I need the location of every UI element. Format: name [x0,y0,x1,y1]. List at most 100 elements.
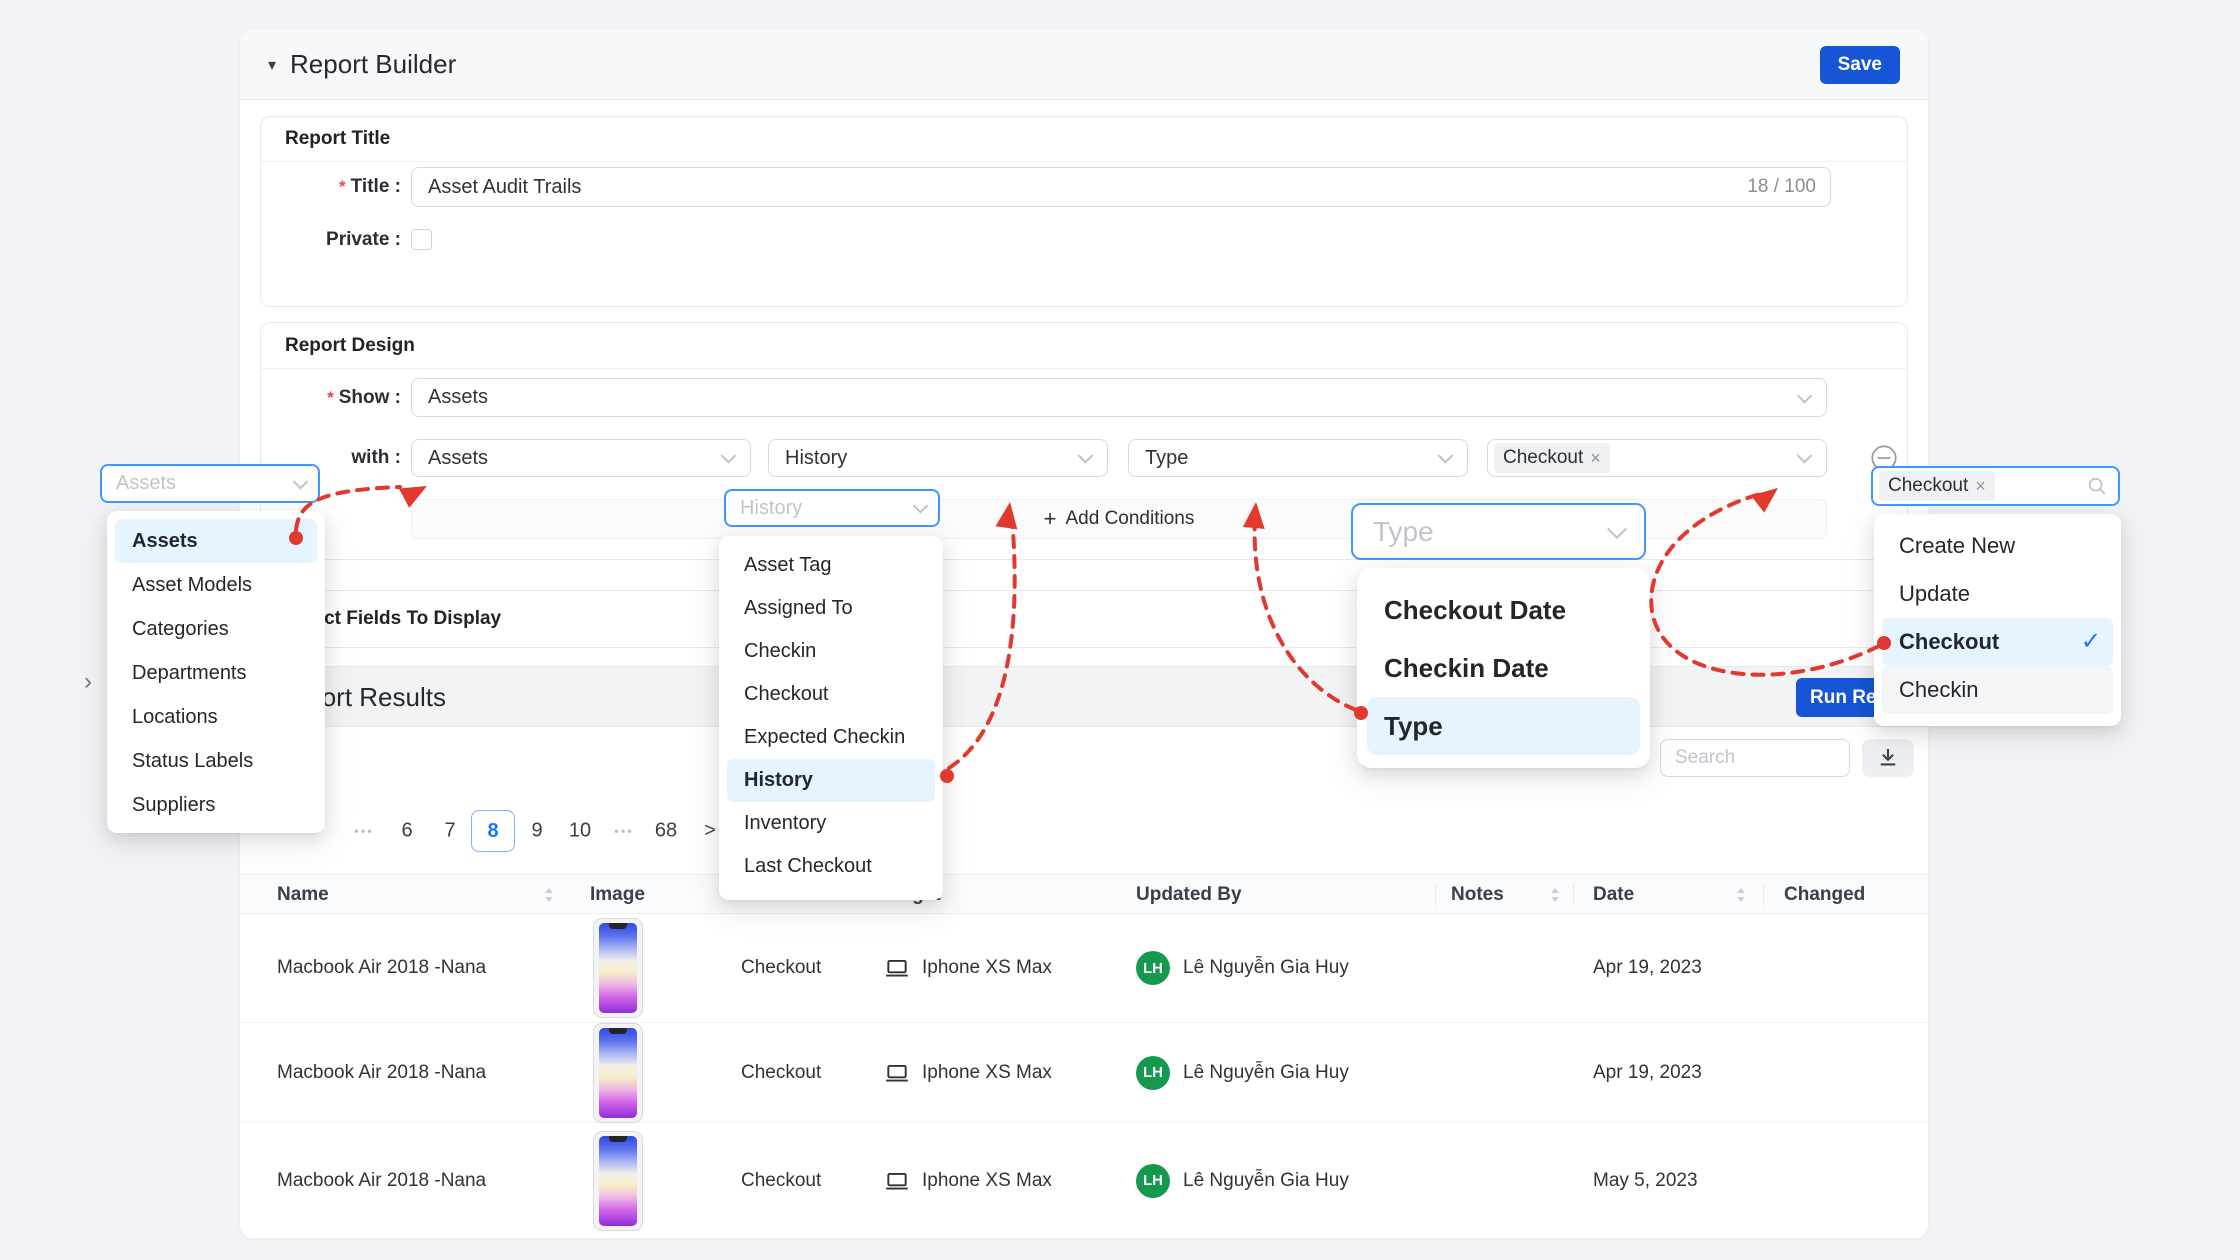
char-counter: 18 / 100 [1747,176,1816,198]
menu-item-status-labels[interactable]: Status Labels [115,739,317,783]
assets-dropdown-input[interactable]: Assets [100,464,320,503]
title-label: *Title : [261,167,401,207]
checkout-selected-tag: Checkout × [1879,471,1995,501]
menu-item-assets[interactable]: Assets [115,519,317,563]
sort-icon[interactable] [543,886,555,904]
type-dropdown-input[interactable]: Type [1351,503,1646,560]
pagination-page-7[interactable]: 7 [444,820,455,843]
download-button[interactable] [1862,739,1914,777]
page: ▾ Report Builder Save Report Title *Titl… [0,0,2240,1260]
search-box [1660,739,1850,777]
laptop-icon [884,1168,910,1194]
table-row: Macbook Air 2018 -Nana Checkout Iphone X… [240,1123,1928,1238]
show-select[interactable]: Assets [411,378,1827,417]
with-select-type[interactable]: Type [1128,439,1468,477]
col-date[interactable]: Date [1593,875,1634,915]
history-dropdown-input[interactable]: History [724,489,940,527]
menu-item-locations[interactable]: Locations [115,695,317,739]
type-dropdown-menu: Checkout Date Checkin Date Type [1357,568,1650,768]
sort-icon[interactable] [1549,886,1561,904]
laptop-icon [884,1060,910,1086]
menu-item-checkin-date[interactable]: Checkin Date [1367,639,1640,697]
col-updated-by: Updated By [1136,875,1242,915]
asset-image [593,1023,643,1123]
menu-item-history[interactable]: History [727,759,935,802]
pagination-page-8-active[interactable]: 8 [471,810,515,852]
menu-item-checkout[interactable]: Checkout [727,673,935,716]
menu-item-categories[interactable]: Categories [115,607,317,651]
date-cell: Apr 19, 2023 [1593,1062,1702,1084]
with-select-checkout[interactable]: Checkout × [1487,439,1827,477]
user-link[interactable]: Lê Nguyễn Gia Huy [1183,1170,1349,1192]
with-select-history[interactable]: History [768,439,1108,477]
table-row: Macbook Air 2018 -Nana Checkout Iphone X… [240,914,1928,1023]
check-icon: ✓ [2081,618,2101,666]
avatar: LH [1136,951,1170,985]
pagination-page-10[interactable]: 10 [569,820,591,843]
select-fields-section[interactable]: Select Fields To Display [260,590,1908,648]
pagination-active-label: 8 [487,820,498,843]
menu-item-create-new[interactable]: Create New [1882,522,2113,570]
checkout-tag: Checkout × [1494,443,1610,473]
report-results-band: Report Results Run Report [240,666,1928,727]
action-cell: Checkout [741,1062,821,1084]
checkout-dropdown-menu: Create New Update Checkout ✓ Checkin [1874,514,2121,726]
save-button[interactable]: Save [1820,46,1900,84]
avatar: LH [1136,1056,1170,1090]
collapse-caret-icon[interactable]: ▾ [268,55,276,75]
report-title-section-label: Report Title [285,128,390,150]
user-link[interactable]: Lê Nguyễn Gia Huy [1183,1062,1349,1084]
menu-item-update[interactable]: Update [1882,570,2113,618]
history-dropdown-menu: Asset Tag Assigned To Checkin Checkout E… [719,536,943,900]
menu-item-assigned-to[interactable]: Assigned To [727,587,935,630]
report-design-section-header: Report Design [261,323,1907,369]
asset-name-link[interactable]: Macbook Air 2018 -Nana [277,957,486,979]
menu-item-last-checkout[interactable]: Last Checkout [727,845,935,888]
asset-name-link[interactable]: Macbook Air 2018 -Nana [277,1062,486,1084]
col-name[interactable]: Name [277,875,329,915]
menu-item-inventory[interactable]: Inventory [727,802,935,845]
checkout-dropdown-input[interactable]: Checkout × [1871,466,2120,506]
search-input[interactable] [1661,740,1849,776]
menu-item-expected-checkin[interactable]: Expected Checkin [727,716,935,759]
menu-item-checkin[interactable]: Checkin [727,630,935,673]
avatar-initials: LH [1143,1172,1163,1189]
type-dropdown-placeholder: Type [1353,516,1434,548]
action-cell: Checkout [741,1170,821,1192]
pagination-ellipsis[interactable]: ••• [614,824,634,839]
menu-item-checkin[interactable]: Checkin [1882,666,2113,714]
col-notes[interactable]: Notes [1451,875,1504,915]
private-checkbox[interactable] [411,229,432,250]
with-select-assets-value: Assets [412,447,488,470]
menu-item-departments[interactable]: Departments [115,651,317,695]
pagination-page-6[interactable]: 6 [401,820,412,843]
tag-close-icon[interactable]: × [1590,448,1601,469]
date-cell: May 5, 2023 [1593,1170,1698,1192]
menu-item-checkout[interactable]: Checkout ✓ [1882,618,2113,666]
user-link[interactable]: Lê Nguyễn Gia Huy [1183,957,1349,979]
assets-dropdown-menu: Assets Asset Models Categories Departmen… [107,511,325,833]
avatar-initials: LH [1143,960,1163,977]
title-input-value: Asset Audit Trails [412,176,581,199]
with-select-history-value: History [769,447,847,470]
with-select-assets[interactable]: Assets [411,439,751,477]
pagination-page-9[interactable]: 9 [531,820,542,843]
menu-item-asset-models[interactable]: Asset Models [115,563,317,607]
show-label: *Show : [261,378,401,417]
avatar-initials: LH [1143,1064,1163,1081]
tag-close-icon[interactable]: × [1975,476,1986,497]
chevron-down-icon [1607,519,1627,539]
sort-icon[interactable] [1735,886,1747,904]
required-mark: * [339,177,346,196]
pagination-next-button[interactable]: > [704,820,716,843]
menu-item-type[interactable]: Type [1367,697,1640,755]
menu-item-asset-tag[interactable]: Asset Tag [727,544,935,587]
title-input[interactable]: Asset Audit Trails 18 / 100 [411,167,1831,207]
pagination-ellipsis[interactable]: ••• [354,824,374,839]
report-design-section: Report Design *Show : Assets with : Asse… [260,322,1908,560]
table-row: Macbook Air 2018 -Nana Checkout Iphone X… [240,1023,1928,1123]
menu-item-suppliers[interactable]: Suppliers [115,783,317,827]
asset-name-link[interactable]: Macbook Air 2018 -Nana [277,1170,486,1192]
menu-item-checkout-date[interactable]: Checkout Date [1367,581,1640,639]
pagination-page-68[interactable]: 68 [655,820,677,843]
